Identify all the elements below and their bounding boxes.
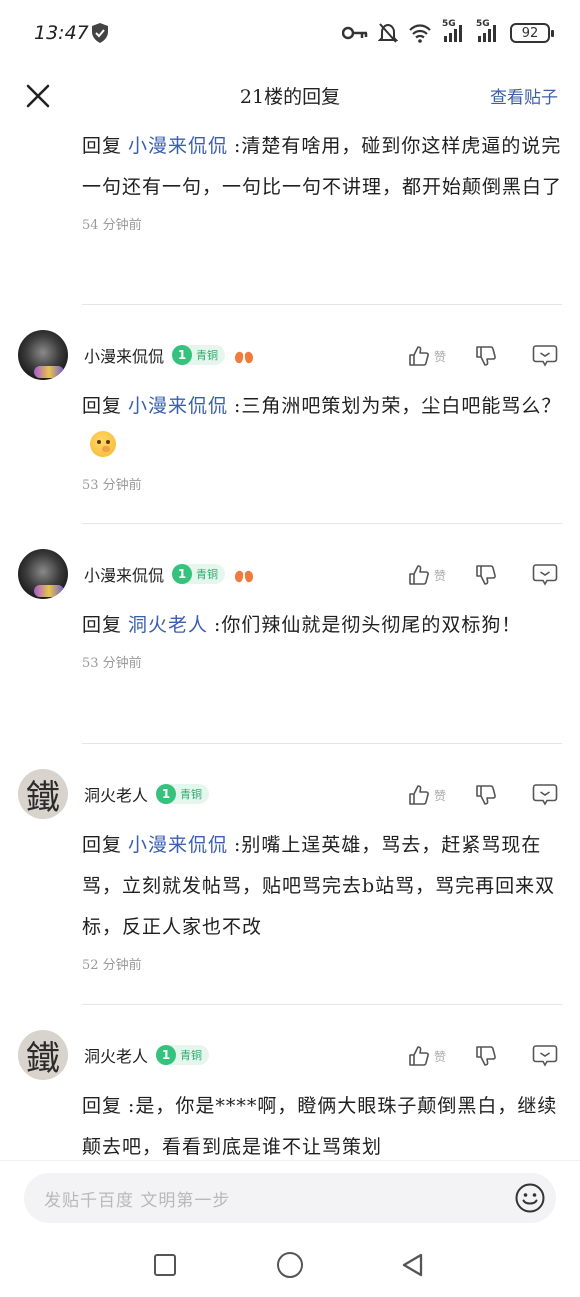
like-label[interactable]: 赞 <box>434 567 446 584</box>
shield-icon <box>92 23 108 43</box>
mention-link[interactable]: 洞火老人 <box>128 614 208 636</box>
mute-bell-icon <box>378 23 398 43</box>
signal-5g-2: 5G <box>476 19 500 43</box>
level-badge: 1 青铜 <box>156 1045 210 1065</box>
reply-content: :你们辣仙就是彻头彻尾的双标狗！ <box>214 614 522 636</box>
emoji-icon <box>90 431 116 457</box>
lungs-icon <box>234 348 254 364</box>
username[interactable]: 洞火老人 <box>84 782 148 806</box>
reply-text[interactable]: 回复 洞火老人 :你们辣仙就是彻头彻尾的双标狗！ <box>82 605 564 646</box>
floor-reply: 回复 小漫来侃侃:清楚有啥用，碰到你这样虎逼的说完一句还有一句，一句比一句不讲理，… <box>82 126 562 233</box>
reply-text[interactable]: 回复 小漫来侃侃:别嘴上逞英雄，骂去，赶紧骂现在骂，立刻就发帖骂，贴吧骂完去b站骂… <box>82 825 564 948</box>
divider <box>82 523 562 524</box>
username[interactable]: 小漫来侃侃 <box>84 343 164 367</box>
top-bar: 21楼的回复 查看贴子 <box>0 66 580 126</box>
signal-5g-1: 5G <box>442 19 466 43</box>
reply-prefix: 回复 <box>82 1095 123 1117</box>
status-time: 13:47 <box>34 22 89 44</box>
battery-indicator: 92 <box>510 23 554 43</box>
mention-link[interactable]: 小漫来侃侃 <box>128 834 228 856</box>
divider <box>82 304 562 305</box>
thumb-down-icon[interactable] <box>474 344 498 368</box>
system-nav-bar <box>0 1236 580 1297</box>
view-post-link[interactable]: 查看贴子 <box>490 83 558 108</box>
input-placeholder[interactable]: 发贴千百度 文明第一步 <box>44 1186 230 1211</box>
thumb-up-icon[interactable] <box>407 783 431 807</box>
avatar[interactable] <box>18 330 68 380</box>
mention-link[interactable]: 小漫来侃侃 <box>128 395 228 417</box>
reply-content: :三角洲吧策划为荣，尘白吧能骂么？ <box>234 395 562 417</box>
comment-icon[interactable] <box>532 344 558 368</box>
reply-text[interactable]: 回复:是，你是****啊，瞪俩大眼珠子颠倒黑白，继续颠去吧，看看到底是谁不让骂策… <box>82 1086 564 1168</box>
comment-input[interactable]: 发贴千百度 文明第一步 <box>24 1173 556 1223</box>
avatar[interactable] <box>18 549 68 599</box>
reply-text[interactable]: 回复 小漫来侃侃 :三角洲吧策划为荣，尘白吧能骂么？ <box>82 386 564 468</box>
comment-icon[interactable] <box>532 783 558 807</box>
divider <box>82 743 562 744</box>
recent-apps-button[interactable] <box>154 1254 176 1276</box>
reply-text[interactable]: 回复 小漫来侃侃:清楚有啥用，碰到你这样虎逼的说完一句还有一句，一句比一句不讲理，… <box>82 126 562 208</box>
back-icon[interactable] <box>400 1252 424 1278</box>
avatar[interactable]: 鐵 <box>18 769 68 819</box>
username[interactable]: 洞火老人 <box>84 1043 148 1067</box>
level-badge: 1 青铜 <box>172 564 226 584</box>
reply-prefix: 回复 <box>82 614 123 636</box>
home-button[interactable] <box>277 1252 303 1278</box>
status-bar: 13:47 5G 5G 92 <box>0 0 580 66</box>
reply-prefix: 回复 <box>82 395 123 417</box>
smile-icon[interactable] <box>514 1182 546 1214</box>
thumb-down-icon[interactable] <box>474 1044 498 1068</box>
reply-prefix: 回复 <box>82 834 123 856</box>
reply-prefix: 回复 <box>82 135 123 157</box>
wifi-icon <box>409 24 431 43</box>
like-label[interactable]: 赞 <box>434 787 446 804</box>
reply-content: :是，你是****啊，瞪俩大眼珠子颠倒黑白，继续颠去吧，看看到底是谁不让骂策划 <box>82 1095 558 1158</box>
key-icon <box>342 26 368 40</box>
level-badge: 1 青铜 <box>156 784 210 804</box>
thumb-down-icon[interactable] <box>474 563 498 587</box>
thumb-up-icon[interactable] <box>407 344 431 368</box>
like-label[interactable]: 赞 <box>434 348 446 365</box>
thumb-up-icon[interactable] <box>407 1044 431 1068</box>
thumb-up-icon[interactable] <box>407 563 431 587</box>
reply-time: 52 分钟前 <box>82 958 142 973</box>
level-badge: 1 青铜 <box>172 345 226 365</box>
mention-link[interactable]: 小漫来侃侃 <box>128 135 228 157</box>
reply-time: 53 分钟前 <box>82 656 142 671</box>
username[interactable]: 小漫来侃侃 <box>84 562 164 586</box>
thumb-down-icon[interactable] <box>474 783 498 807</box>
avatar[interactable]: 鐵 <box>18 1030 68 1080</box>
comment-icon[interactable] <box>532 1044 558 1068</box>
like-label[interactable]: 赞 <box>434 1048 446 1065</box>
divider <box>82 1004 562 1005</box>
reply-time: 53 分钟前 <box>82 478 142 493</box>
lungs-icon <box>234 567 254 583</box>
comment-icon[interactable] <box>532 563 558 587</box>
comment-input-bar: 发贴千百度 文明第一步 <box>0 1160 580 1237</box>
reply-time: 54 分钟前 <box>82 218 142 233</box>
